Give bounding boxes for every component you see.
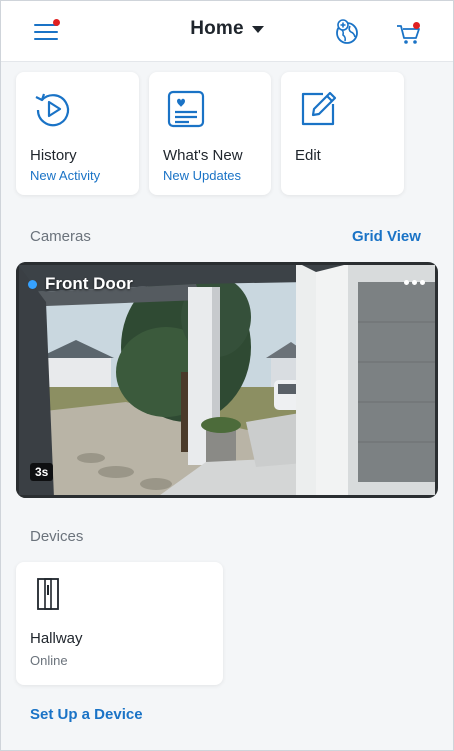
history-tile[interactable]: History New Activity xyxy=(16,72,139,195)
history-subtitle: New Activity xyxy=(30,168,101,183)
edit-tile[interactable]: Edit xyxy=(281,72,404,195)
device-status: Online xyxy=(30,653,68,668)
set-up-device-link[interactable]: Set Up a Device xyxy=(30,706,143,723)
camera-status-dot xyxy=(28,279,37,289)
door-contact-sensor-icon xyxy=(37,578,59,610)
camera-snapshot xyxy=(16,262,438,498)
camera-card-front-door[interactable]: Front Door 3s xyxy=(16,262,438,498)
page-title[interactable]: Home xyxy=(190,18,244,40)
devices-section-label: Devices xyxy=(30,528,84,545)
globe-plus-icon[interactable] xyxy=(333,18,361,46)
history-clock-icon xyxy=(35,93,70,127)
whats-new-subtitle: New Updates xyxy=(163,168,242,183)
snapshot-age-badge: 3s xyxy=(30,463,54,481)
cameras-section-label: Cameras xyxy=(30,228,91,245)
edit-label: Edit xyxy=(295,147,321,164)
more-options-icon[interactable] xyxy=(404,280,426,288)
location-selector[interactable]: Home xyxy=(0,18,454,40)
history-label: History xyxy=(30,147,77,164)
edit-pencil-icon xyxy=(301,91,337,126)
device-name: Hallway xyxy=(30,630,83,647)
whats-new-tile[interactable]: What's New New Updates xyxy=(149,72,271,195)
device-card-hallway[interactable]: Hallway Online xyxy=(16,562,223,685)
whats-new-label: What's New xyxy=(163,147,243,164)
news-card-icon xyxy=(167,90,205,128)
shopping-cart-icon[interactable] xyxy=(394,18,424,46)
camera-title-row: Front Door xyxy=(28,274,133,294)
top-bar: Home xyxy=(0,0,454,62)
cart-notification-dot xyxy=(413,22,420,29)
chevron-down-icon[interactable] xyxy=(251,25,264,33)
camera-name: Front Door xyxy=(45,274,133,293)
grid-view-link[interactable]: Grid View xyxy=(352,228,421,245)
